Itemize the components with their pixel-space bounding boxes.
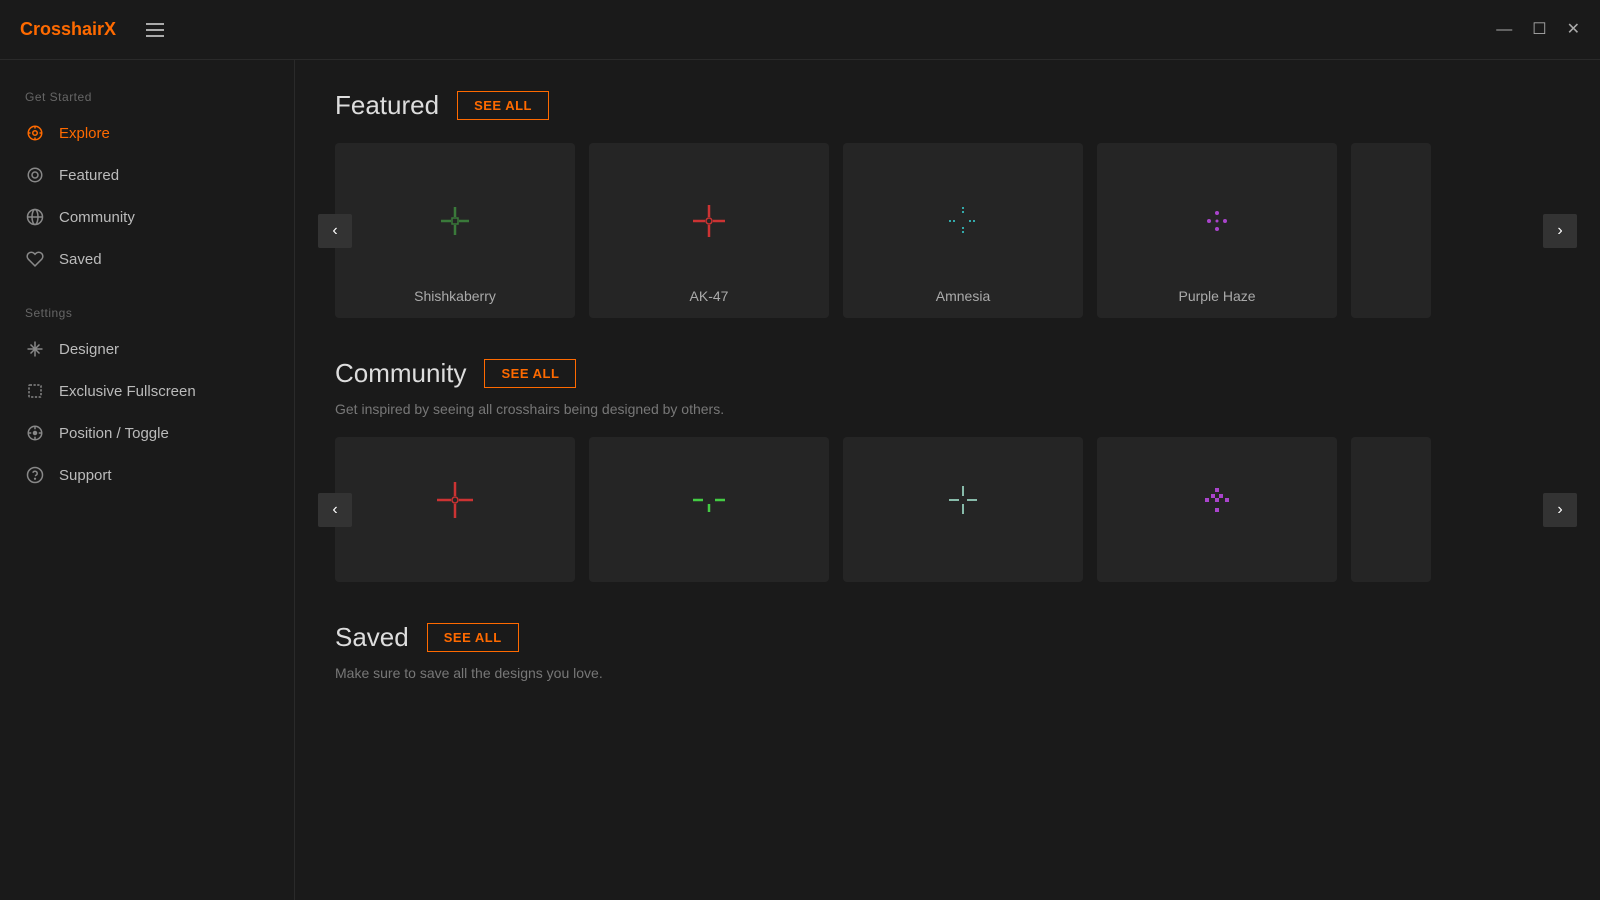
community-card-4[interactable] — [1097, 437, 1337, 582]
saved-icon — [25, 249, 45, 269]
community-carousel-next[interactable]: › — [1543, 493, 1577, 527]
community-icon — [25, 207, 45, 227]
get-started-label: Get Started — [0, 80, 294, 112]
app-title: CrosshairX — [20, 19, 116, 40]
support-icon — [25, 465, 45, 485]
community-card-2[interactable] — [589, 437, 829, 582]
fullscreen-icon — [25, 381, 45, 401]
community-carousel — [335, 437, 1560, 582]
main-content: Featured SEE ALL ‹ — [295, 60, 1600, 900]
community-see-all-button[interactable]: SEE ALL — [484, 359, 576, 388]
sidebar-saved-label: Saved — [59, 251, 102, 268]
explore-icon — [25, 123, 45, 143]
sidebar-featured-label: Featured — [59, 167, 119, 184]
community-visual-2 — [679, 470, 739, 530]
community-carousel-prev[interactable]: ‹ — [318, 493, 352, 527]
close-button[interactable]: ✕ — [1567, 22, 1580, 38]
crosshair-visual-purple-haze — [1187, 191, 1247, 251]
featured-card-label-shishkaberry: Shishkaberry — [414, 288, 496, 304]
sidebar: Get Started Explore — [0, 60, 295, 900]
featured-carousel: Shishkaberry AK-47 — [335, 143, 1560, 318]
featured-card-label-amnesia: Amnesia — [936, 288, 990, 304]
minimize-button[interactable]: — — [1496, 22, 1512, 38]
hamburger-menu[interactable] — [146, 23, 164, 37]
crosshair-visual-shishkaberry — [425, 191, 485, 251]
sidebar-item-featured[interactable]: Featured — [0, 154, 294, 196]
sidebar-item-exclusive-fullscreen[interactable]: Exclusive Fullscreen — [0, 370, 294, 412]
featured-card-ak47[interactable]: AK-47 — [589, 143, 829, 318]
featured-card-purple-haze[interactable]: Purple Haze — [1097, 143, 1337, 318]
featured-see-all-button[interactable]: SEE ALL — [457, 91, 549, 120]
crosshair-visual-amnesia — [933, 191, 993, 251]
saved-section-header: Saved SEE ALL — [335, 622, 1560, 653]
featured-carousel-next[interactable]: › — [1543, 214, 1577, 248]
community-title: Community — [335, 358, 466, 389]
sidebar-support-label: Support — [59, 467, 112, 484]
saved-see-all-button[interactable]: SEE ALL — [427, 623, 519, 652]
community-section-header: Community SEE ALL — [335, 358, 1560, 389]
featured-carousel-prev[interactable]: ‹ — [318, 214, 352, 248]
featured-card-shishkaberry[interactable]: Shishkaberry — [335, 143, 575, 318]
sidebar-item-community[interactable]: Community — [0, 196, 294, 238]
community-card-1[interactable] — [335, 437, 575, 582]
sidebar-item-explore[interactable]: Explore — [0, 112, 294, 154]
featured-title: Featured — [335, 90, 439, 121]
community-carousel-wrapper: ‹ — [335, 437, 1560, 582]
community-visual-1 — [425, 470, 485, 530]
sidebar-explore-label: Explore — [59, 125, 110, 142]
designer-icon — [25, 339, 45, 359]
saved-description: Make sure to save all the designs you lo… — [335, 665, 1560, 681]
sidebar-community-label: Community — [59, 209, 135, 226]
featured-section-header: Featured SEE ALL — [335, 90, 1560, 121]
featured-icon — [25, 165, 45, 185]
saved-title: Saved — [335, 622, 409, 653]
sidebar-item-support[interactable]: Support — [0, 454, 294, 496]
sidebar-designer-label: Designer — [59, 341, 119, 358]
featured-card-partial — [1351, 143, 1431, 318]
featured-card-amnesia[interactable]: Amnesia — [843, 143, 1083, 318]
community-card-3[interactable] — [843, 437, 1083, 582]
community-visual-4 — [1187, 470, 1247, 530]
app-title-accent: X — [104, 19, 116, 39]
app-title-text: Crosshair — [20, 19, 104, 39]
community-card-partial — [1351, 437, 1431, 582]
community-description: Get inspired by seeing all crosshairs be… — [335, 401, 1560, 417]
featured-carousel-wrapper: ‹ Shishkaberry — [335, 143, 1560, 318]
featured-card-label-purple-haze: Purple Haze — [1178, 288, 1255, 304]
maximize-button[interactable]: ☐ — [1532, 22, 1546, 38]
titlebar-left: CrosshairX — [20, 19, 164, 40]
sidebar-item-saved[interactable]: Saved — [0, 238, 294, 280]
sidebar-item-designer[interactable]: Designer — [0, 328, 294, 370]
titlebar: CrosshairX — ☐ ✕ — [0, 0, 1600, 60]
settings-label: Settings — [0, 296, 294, 328]
window-controls: — ☐ ✕ — [1496, 22, 1580, 38]
crosshair-visual-ak47 — [679, 191, 739, 251]
community-visual-3 — [933, 470, 993, 530]
sidebar-exclusive-fullscreen-label: Exclusive Fullscreen — [59, 383, 196, 400]
main-layout: Get Started Explore — [0, 60, 1600, 900]
featured-card-label-ak47: AK-47 — [690, 288, 729, 304]
sidebar-item-position-toggle[interactable]: Position / Toggle — [0, 412, 294, 454]
position-icon — [25, 423, 45, 443]
sidebar-position-toggle-label: Position / Toggle — [59, 425, 169, 442]
